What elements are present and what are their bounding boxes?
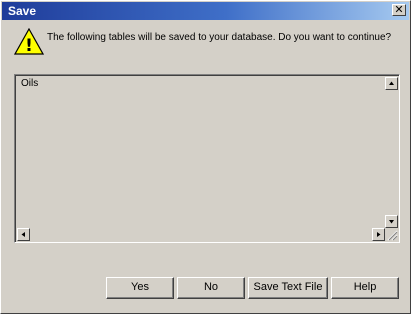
save-text-file-button[interactable]: Save Text File xyxy=(248,277,328,299)
title-bar[interactable]: Save ✕ xyxy=(2,2,409,20)
close-button[interactable]: ✕ xyxy=(392,4,406,16)
yes-button[interactable]: Yes xyxy=(106,277,174,299)
close-icon: ✕ xyxy=(394,3,404,16)
help-button[interactable]: Help xyxy=(331,277,399,299)
arrow-up-icon xyxy=(389,81,394,85)
svg-text:!: ! xyxy=(25,36,33,56)
scroll-up-button[interactable] xyxy=(385,77,398,90)
save-dialog: Save ✕ ! The following tables will be sa… xyxy=(0,0,411,314)
arrow-left-icon xyxy=(21,232,25,237)
scroll-right-button[interactable] xyxy=(372,228,385,241)
list-item[interactable]: Oils xyxy=(21,78,38,90)
arrow-down-icon xyxy=(389,220,394,224)
confirmation-message: The following tables will be saved to yo… xyxy=(47,32,392,43)
window-title: Save xyxy=(8,4,37,18)
scroll-left-button[interactable] xyxy=(17,228,30,241)
arrow-right-icon xyxy=(377,232,381,237)
tables-list[interactable]: Oils xyxy=(14,74,400,243)
size-grip-icon[interactable] xyxy=(385,228,398,241)
warning-icon: ! xyxy=(14,28,44,56)
scroll-down-button[interactable] xyxy=(385,215,398,228)
no-button[interactable]: No xyxy=(177,277,245,299)
